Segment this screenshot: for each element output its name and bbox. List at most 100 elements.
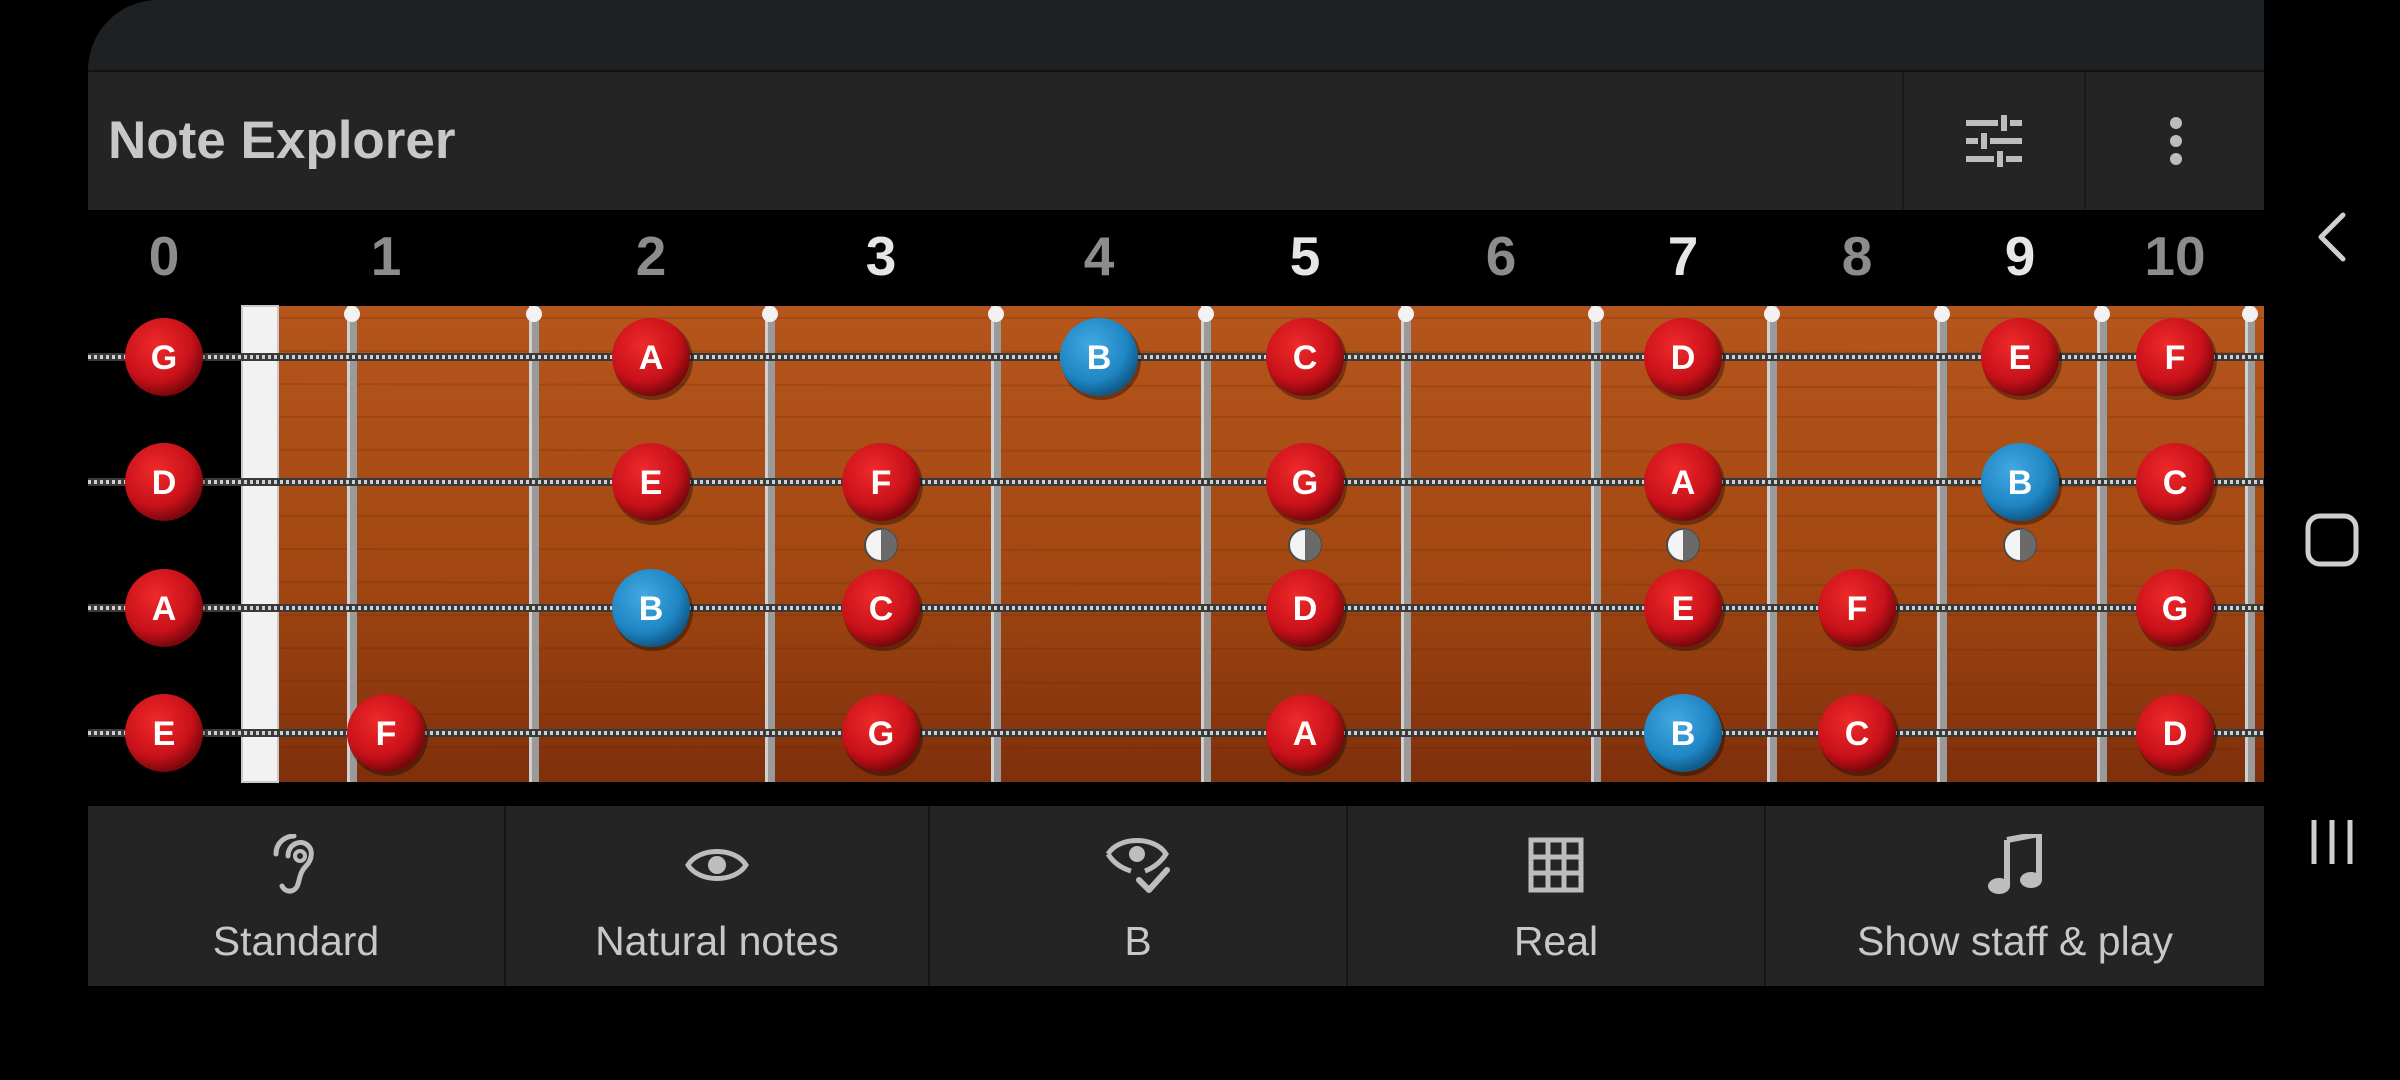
fret-wire-highlight [1401, 306, 1404, 782]
fret-wire-highlight [2097, 306, 2100, 782]
highlight-note-button[interactable]: B [930, 806, 1348, 986]
tuning-label: Standard [212, 918, 380, 964]
eye-icon [685, 849, 749, 881]
inlay-marker-fret-3 [864, 528, 898, 562]
grid-icon [1528, 837, 1584, 893]
note-label: B [1087, 339, 1112, 377]
recents-icon [2311, 820, 2353, 864]
note-G-string-fret-0[interactable]: G [125, 318, 206, 400]
nut [241, 305, 279, 783]
more-options-button[interactable] [2084, 72, 2266, 210]
note-label: A [152, 590, 177, 628]
fret-wire-highlight [2245, 306, 2248, 782]
fret-marker-dot [2242, 306, 2258, 322]
note-label: B [2008, 464, 2033, 502]
hearing-icon [273, 834, 314, 894]
fret-number-10: 10 [2144, 225, 2206, 287]
note-label: G [2162, 590, 2188, 628]
fret-wire-highlight [1937, 306, 1940, 782]
fret-number-2: 2 [635, 225, 667, 287]
fret-marker-dot [344, 306, 360, 322]
fret-number-9: 9 [2004, 225, 2036, 287]
show-staff-play-button[interactable]: Show staff & play [1766, 806, 2264, 986]
tuning-standard-button[interactable]: Standard [88, 806, 506, 986]
fret-number-4: 4 [1083, 225, 1115, 287]
note-label: F [1847, 590, 1868, 628]
note-label: C [1293, 339, 1318, 377]
fret-marker-dot [1764, 306, 1780, 322]
highlight-note-label: B [1124, 918, 1152, 964]
back-icon [2318, 212, 2346, 262]
system-nav-bar [2264, 0, 2400, 1080]
app-bar: Note Explorer [88, 70, 2264, 210]
fret-wire-highlight [529, 306, 532, 782]
note-label: G [151, 339, 177, 377]
note-label: A [639, 339, 664, 377]
note-label: E [153, 715, 176, 753]
fret-number-7: 7 [1667, 225, 1699, 287]
fret-marker-dot [1398, 306, 1414, 322]
status-bar [88, 0, 2264, 70]
fret-number-6: 6 [1485, 225, 1517, 287]
note-label: F [376, 715, 397, 753]
fret-wire-highlight [765, 306, 768, 782]
more-vertical-icon [2170, 117, 2182, 165]
note-label: A [1293, 715, 1318, 753]
note-label: C [2163, 464, 2188, 502]
inlay-marker-fret-7 [1666, 528, 1700, 562]
note-D-string-fret-0[interactable]: D [125, 443, 206, 525]
note-E-string-fret-0[interactable]: E [125, 694, 206, 776]
fret-marker-dot [526, 306, 542, 322]
fret-marker-dot [1198, 306, 1214, 322]
fret-number-8: 8 [1841, 225, 1873, 287]
fret-number-1: 1 [370, 225, 402, 287]
note-label: D [1293, 590, 1318, 628]
note-label: E [1672, 590, 1695, 628]
recents-button[interactable] [2264, 782, 2400, 902]
inlay-marker-fret-5 [1288, 528, 1322, 562]
fret-number-0: 0 [148, 225, 180, 287]
fret-wire-highlight [991, 306, 994, 782]
fret-marker-dot [988, 306, 1004, 322]
natural-notes-button[interactable]: Natural notes [506, 806, 930, 986]
fret-wire-highlight [1201, 306, 1204, 782]
app-title: Note Explorer [108, 111, 456, 170]
fret-marker-dot [1934, 306, 1950, 322]
fret-wire-highlight [1591, 306, 1594, 782]
fret-wire-highlight [347, 306, 350, 782]
note-label: G [1292, 464, 1318, 502]
home-icon [2305, 513, 2359, 567]
note-label: D [152, 464, 177, 502]
note-label: C [869, 590, 894, 628]
note-label: D [1671, 339, 1696, 377]
note-label: G [868, 715, 894, 753]
note-label: C [1845, 715, 1870, 753]
bottom-toolbar: Standard Natural notes B Real Show staff… [88, 806, 2264, 986]
note-label: E [2009, 339, 2032, 377]
view-real-button[interactable]: Real [1348, 806, 1766, 986]
fret-marker-dot [2094, 306, 2110, 322]
sliders-icon [1966, 115, 2022, 167]
natural-notes-label: Natural notes [595, 918, 839, 964]
fret-marker-dot [1588, 306, 1604, 322]
note-label: B [639, 590, 664, 628]
view-label: Real [1513, 918, 1599, 964]
inlay-marker-fret-9 [2003, 528, 2037, 562]
note-label: F [871, 464, 892, 502]
fret-number-5: 5 [1289, 225, 1321, 287]
note-A-string-fret-0[interactable]: A [125, 569, 206, 651]
music-note-icon [1988, 834, 2042, 894]
note-label: E [640, 464, 663, 502]
settings-filter-button[interactable] [1902, 72, 2084, 210]
back-button[interactable] [2264, 177, 2400, 297]
fret-number-row: 0 1 2 3 4 5 6 7 8 9 10 [88, 212, 2264, 300]
show-staff-label: Show staff & play [1856, 918, 2174, 964]
fret-number-3: 3 [865, 225, 897, 287]
note-label: F [2165, 339, 2186, 377]
eye-check-icon [1105, 838, 1170, 893]
note-label: A [1671, 464, 1696, 502]
fret-wire-highlight [1767, 306, 1770, 782]
home-button[interactable] [2264, 480, 2400, 600]
note-label: D [2163, 715, 2188, 753]
fret-marker-dot [762, 306, 778, 322]
